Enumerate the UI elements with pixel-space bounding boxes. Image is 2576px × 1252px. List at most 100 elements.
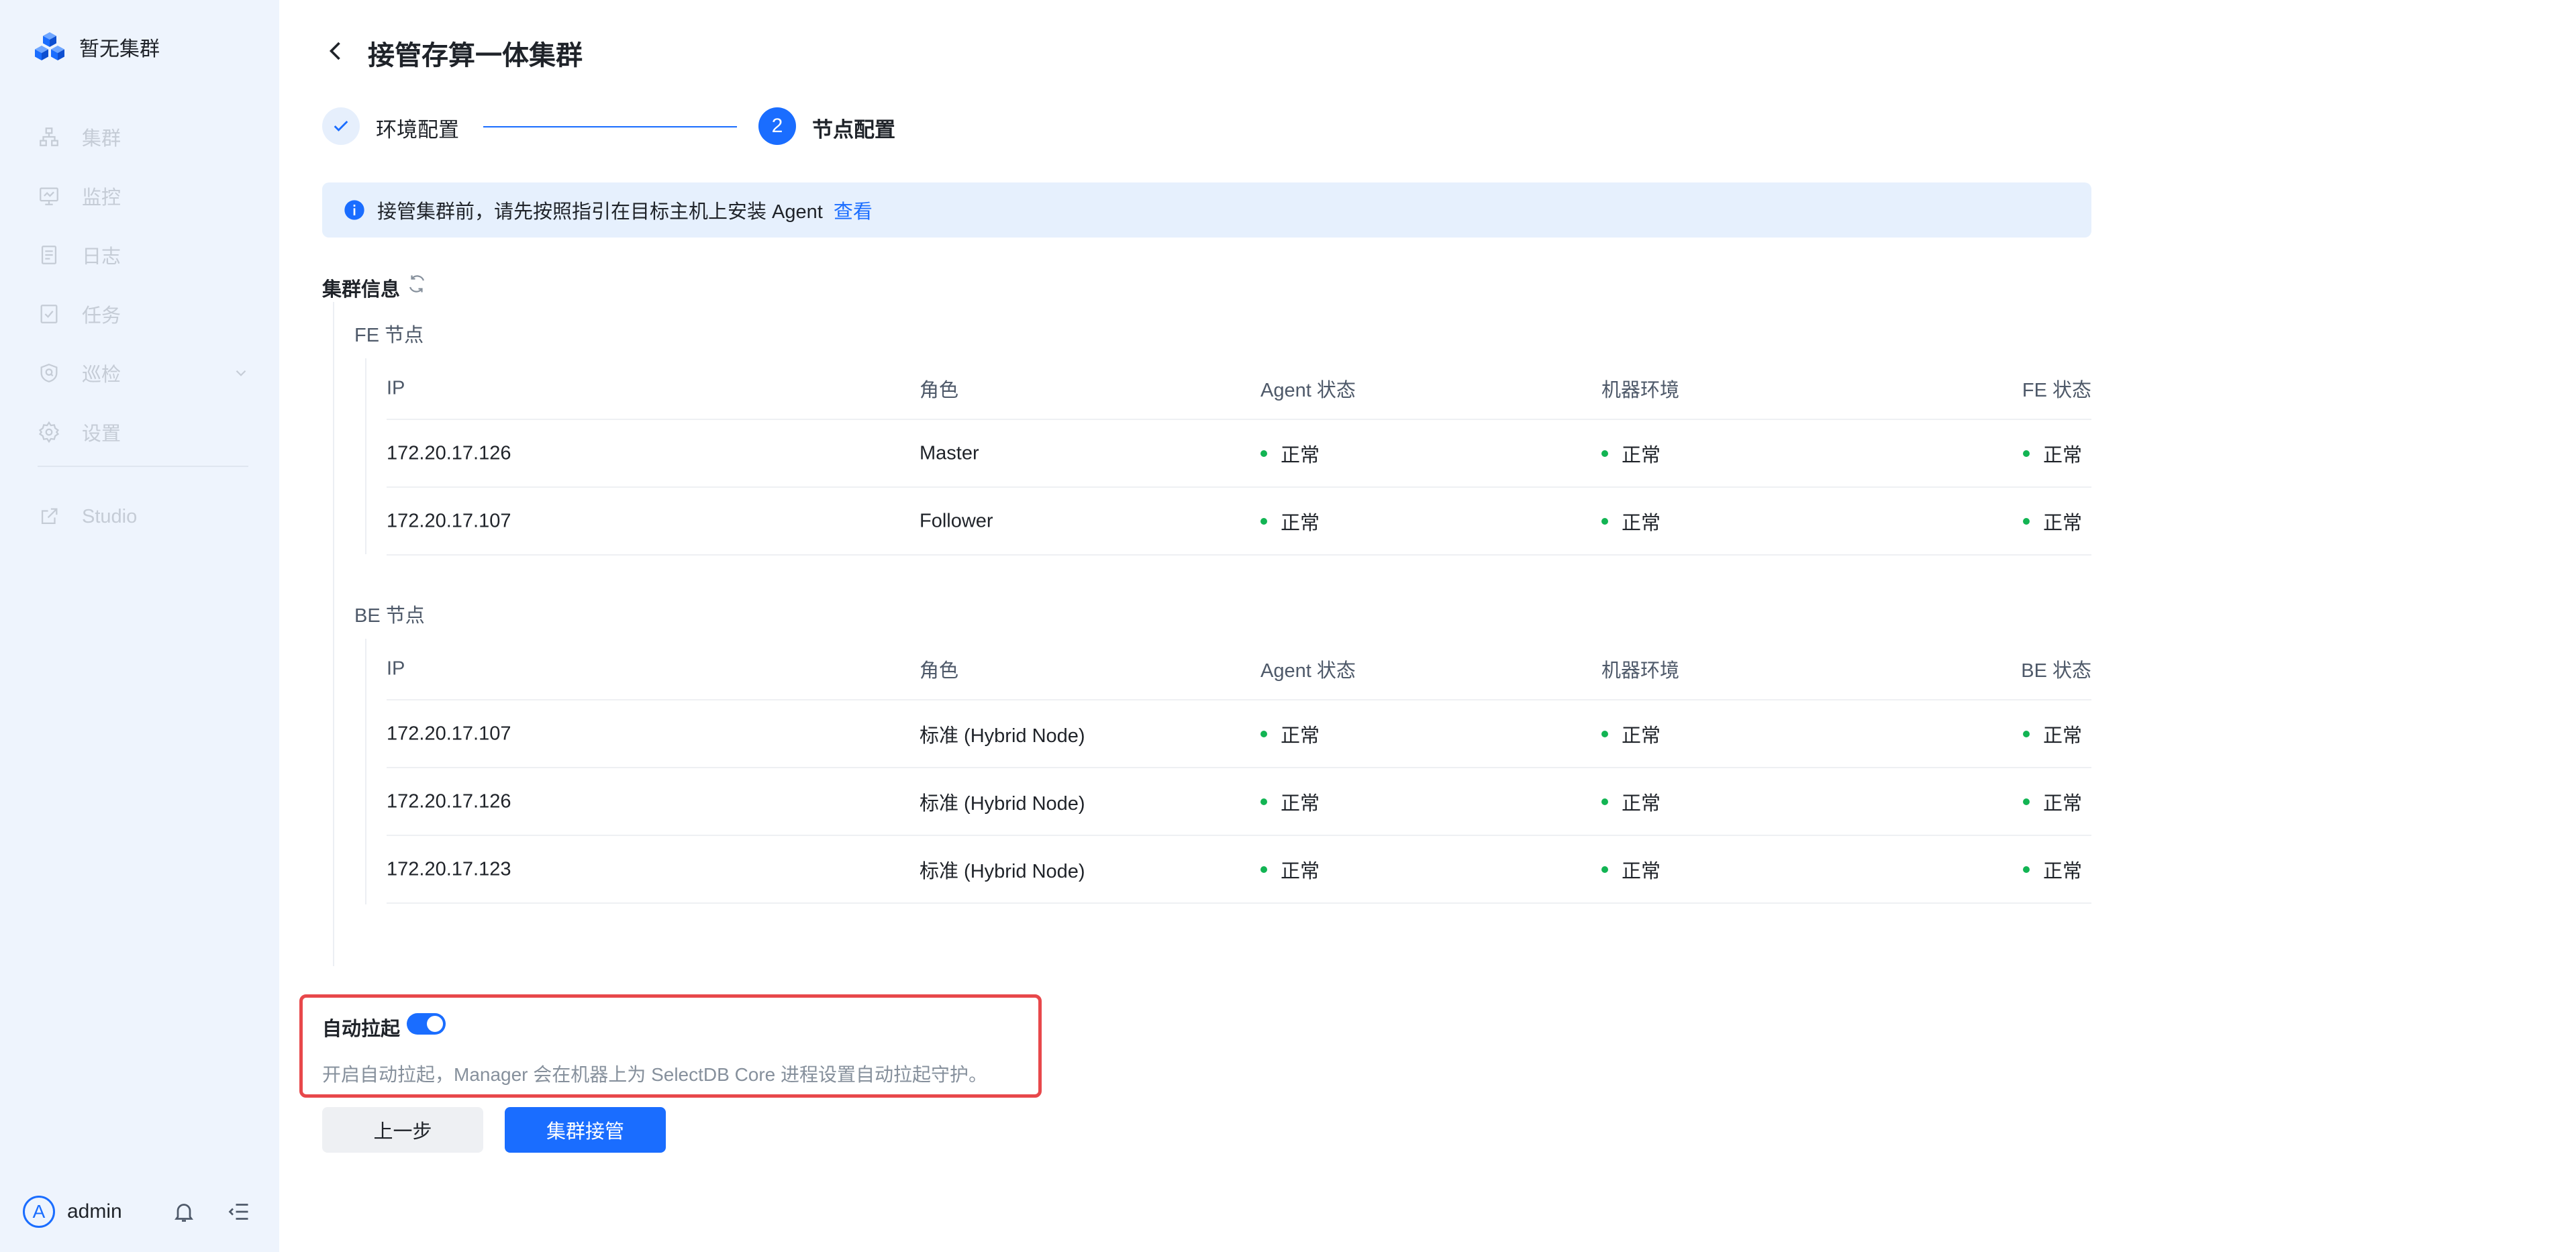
auto-start-toggle[interactable] bbox=[407, 1013, 446, 1035]
task-icon bbox=[40, 305, 58, 323]
status-dot bbox=[1260, 730, 1267, 737]
status-text: 正常 bbox=[1622, 512, 1661, 534]
sidebar-item-task[interactable]: 任务 bbox=[38, 298, 250, 330]
column-header: FE 状态 bbox=[2022, 380, 2091, 401]
view-guide-link[interactable]: 查看 bbox=[834, 196, 873, 224]
step-connector bbox=[483, 126, 737, 127]
column-header: BE 状态 bbox=[2021, 660, 2091, 682]
column-header: Agent 状态 bbox=[1260, 380, 1356, 401]
role-cell: 标准 (Hybrid Node) bbox=[920, 725, 1085, 747]
step-2-indicator: 2 bbox=[758, 107, 796, 145]
refresh-icon[interactable] bbox=[407, 274, 427, 294]
status-text: 正常 bbox=[1622, 792, 1661, 815]
sidebar-item-label: Studio bbox=[82, 505, 138, 527]
column-header: 机器环境 bbox=[1601, 660, 1680, 682]
status-text: 正常 bbox=[2043, 792, 2083, 815]
sidebar-item-inspection[interactable]: 巡检 bbox=[38, 357, 250, 389]
back-arrow-icon[interactable] bbox=[326, 39, 346, 63]
sidebar-divider bbox=[38, 466, 248, 467]
ip-cell: 172.20.17.107 bbox=[387, 510, 511, 531]
status-dot bbox=[1601, 730, 1608, 737]
ip-cell: 172.20.17.123 bbox=[387, 858, 511, 880]
sidebar-item-label: 设置 bbox=[82, 423, 121, 445]
user-name: admin bbox=[67, 1200, 122, 1222]
column-header: IP bbox=[387, 377, 405, 399]
be-nodes-table: IP 角色 Agent 状态 机器环境 BE 状态 172.20.17.107 … bbox=[387, 639, 2091, 904]
check-icon bbox=[334, 121, 348, 132]
sidebar-item-studio[interactable]: Studio bbox=[38, 501, 250, 533]
agent-status-cell: 正常 bbox=[1260, 855, 1320, 884]
role-cell: Follower bbox=[920, 510, 993, 531]
tree-connector bbox=[333, 302, 334, 966]
sidebar-item-label: 日志 bbox=[82, 246, 121, 268]
brand[interactable]: 暂无集群 bbox=[34, 31, 160, 63]
agent-status-cell: 正常 bbox=[1260, 720, 1320, 748]
tree-connector bbox=[365, 639, 366, 904]
sidebar-item-label: 巡检 bbox=[82, 364, 121, 386]
status-dot bbox=[2023, 517, 2030, 525]
env-status-cell: 正常 bbox=[1601, 507, 1661, 535]
sidebar-item-log[interactable]: 日志 bbox=[38, 239, 250, 271]
cluster-info-title: 集群信息 bbox=[322, 279, 401, 301]
table-header-row: IP 角色 Agent 状态 机器环境 FE 状态 bbox=[387, 358, 2091, 420]
fe-nodes-title: FE 节点 bbox=[354, 325, 424, 346]
column-header: 角色 bbox=[920, 660, 959, 682]
settings-icon bbox=[38, 421, 60, 444]
step-2-label: 节点配置 bbox=[812, 118, 895, 142]
sidebar-item-cluster[interactable]: 集群 bbox=[38, 121, 250, 153]
column-header: 角色 bbox=[920, 380, 959, 401]
agent-status-cell: 正常 bbox=[1260, 788, 1320, 816]
status-text: 正常 bbox=[1281, 725, 1320, 747]
sidebar-item-label: 监控 bbox=[82, 187, 121, 209]
collapse-menu-icon[interactable] bbox=[227, 1200, 251, 1224]
user-menu[interactable]: A admin bbox=[23, 1196, 122, 1228]
status-text: 正常 bbox=[1622, 725, 1661, 747]
be-status-cell: 正常 bbox=[2023, 788, 2082, 816]
status-dot bbox=[1601, 798, 1608, 805]
step-1-label: 环境配置 bbox=[376, 118, 459, 142]
banner-text: 接管集群前，请先按照指引在目标主机上安装 Agent bbox=[377, 201, 823, 223]
fe-status-cell: 正常 bbox=[2023, 439, 2082, 468]
brand-name: 暂无集群 bbox=[79, 38, 160, 60]
status-dot bbox=[2023, 450, 2030, 457]
status-text: 正常 bbox=[2043, 860, 2083, 882]
table-row: 172.20.17.126 Master 正常 正常 正常 bbox=[387, 420, 2091, 488]
cluster-icon bbox=[40, 127, 58, 146]
be-status-cell: 正常 bbox=[2023, 855, 2082, 884]
ip-cell: 172.20.17.126 bbox=[387, 442, 511, 464]
status-dot bbox=[1260, 798, 1267, 805]
env-status-cell: 正常 bbox=[1601, 855, 1661, 884]
status-text: 正常 bbox=[1281, 792, 1320, 815]
column-header: IP bbox=[387, 658, 405, 680]
ip-cell: 172.20.17.107 bbox=[387, 723, 511, 744]
info-icon bbox=[344, 200, 364, 220]
sidebar-item-label: 任务 bbox=[82, 305, 121, 327]
be-status-cell: 正常 bbox=[2023, 720, 2082, 748]
status-dot bbox=[2023, 866, 2030, 873]
role-cell: 标准 (Hybrid Node) bbox=[920, 792, 1085, 815]
step-1-indicator bbox=[322, 107, 360, 145]
table-row: 172.20.17.107 标准 (Hybrid Node) 正常 正常 正常 bbox=[387, 700, 2091, 768]
bell-icon[interactable] bbox=[172, 1200, 196, 1224]
tree-connector bbox=[365, 358, 366, 554]
toggle-knob bbox=[427, 1016, 443, 1032]
status-text: 正常 bbox=[2043, 725, 2083, 747]
env-status-cell: 正常 bbox=[1601, 439, 1661, 468]
previous-step-button[interactable]: 上一步 bbox=[322, 1107, 483, 1153]
table-row: 172.20.17.107 Follower 正常 正常 正常 bbox=[387, 488, 2091, 556]
status-dot bbox=[1260, 866, 1267, 873]
status-text: 正常 bbox=[1281, 512, 1320, 534]
be-nodes-title: BE 节点 bbox=[354, 605, 425, 627]
table-row: 172.20.17.126 标准 (Hybrid Node) 正常 正常 正常 bbox=[387, 768, 2091, 836]
monitor-icon bbox=[40, 187, 58, 205]
log-icon bbox=[41, 246, 57, 264]
auto-start-description: 开启自动拉起，Manager 会在机器上为 SelectDB Core 进程设置… bbox=[322, 1064, 988, 1085]
sidebar-item-settings[interactable]: 设置 bbox=[38, 416, 250, 448]
takeover-cluster-button[interactable]: 集群接管 bbox=[505, 1107, 666, 1153]
env-status-cell: 正常 bbox=[1601, 788, 1661, 816]
chevron-down-icon bbox=[236, 370, 246, 376]
inspection-icon bbox=[40, 364, 58, 382]
role-cell: 标准 (Hybrid Node) bbox=[920, 860, 1085, 882]
sidebar-item-monitor[interactable]: 监控 bbox=[38, 180, 250, 212]
status-dot bbox=[1260, 450, 1267, 457]
